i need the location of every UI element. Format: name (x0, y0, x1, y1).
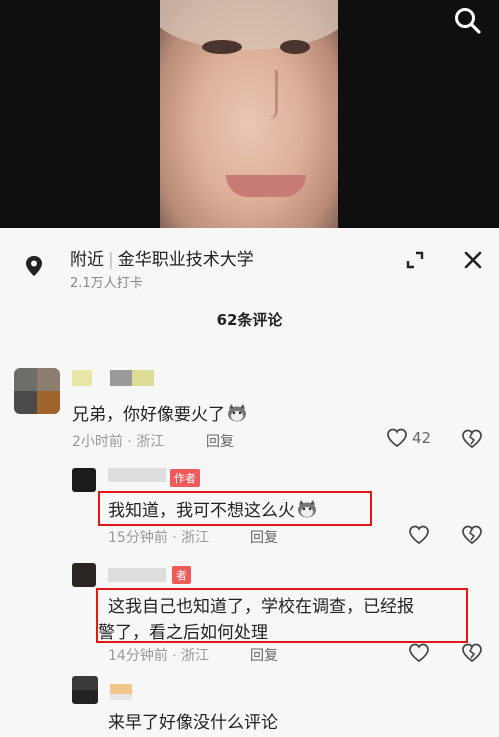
author-badge: 作者 (170, 469, 200, 487)
reply-button[interactable]: 回复 (250, 645, 278, 665)
heart-icon (387, 428, 407, 448)
reply-button[interactable]: 回复 (206, 431, 234, 451)
avatar[interactable] (72, 563, 96, 587)
comment-time-location: 15分钟前 · 浙江 (108, 530, 210, 546)
expand-icon[interactable] (402, 247, 428, 273)
location-pin-icon (24, 255, 44, 277)
location-prefix: 附近 (70, 250, 104, 270)
comment-text: 兄弟，你好像要火了 (72, 400, 247, 425)
location-name: 金华职业技术大学 (117, 250, 254, 270)
video-frame-face (160, 0, 338, 228)
location-separator: | (108, 250, 114, 270)
author-badge: 者 (172, 566, 191, 584)
highlight-box (98, 491, 372, 526)
highlight-box (96, 588, 468, 643)
video-player[interactable] (0, 0, 499, 228)
reply-button[interactable]: 回复 (250, 527, 278, 547)
location-title[interactable]: 附近 | 金华职业技术大学 (70, 245, 254, 270)
broken-heart-icon[interactable] (461, 429, 483, 453)
username-blurred[interactable] (72, 370, 156, 386)
location-checkins: 2.1万人打卡 (70, 276, 143, 291)
husky-dog-emoji-icon (227, 404, 247, 422)
broken-heart-icon[interactable] (461, 525, 483, 549)
comment-text: 来早了好像没什么评论 (108, 713, 278, 733)
avatar[interactable] (14, 368, 60, 414)
like-button[interactable]: 42 (386, 428, 431, 448)
broken-heart-icon[interactable] (461, 643, 483, 667)
comment-time-location: 14分钟前 · 浙江 (108, 648, 210, 664)
close-icon[interactable] (460, 247, 486, 273)
comments-count: 62条评论 (216, 311, 283, 329)
username-blurred[interactable] (110, 684, 134, 700)
search-icon[interactable] (453, 6, 483, 36)
like-button[interactable] (408, 643, 430, 663)
username-blurred[interactable] (108, 468, 168, 482)
username-blurred[interactable] (108, 568, 168, 582)
like-count: 42 (412, 429, 432, 447)
avatar[interactable] (72, 676, 98, 704)
heart-icon (409, 643, 429, 663)
comment-time-location: 2小时前 · 浙江 (72, 434, 165, 450)
like-button[interactable] (408, 525, 430, 545)
avatar[interactable] (72, 468, 96, 492)
comment-text-content: 兄弟，你好像要火了 (72, 405, 225, 425)
heart-icon (409, 525, 429, 545)
